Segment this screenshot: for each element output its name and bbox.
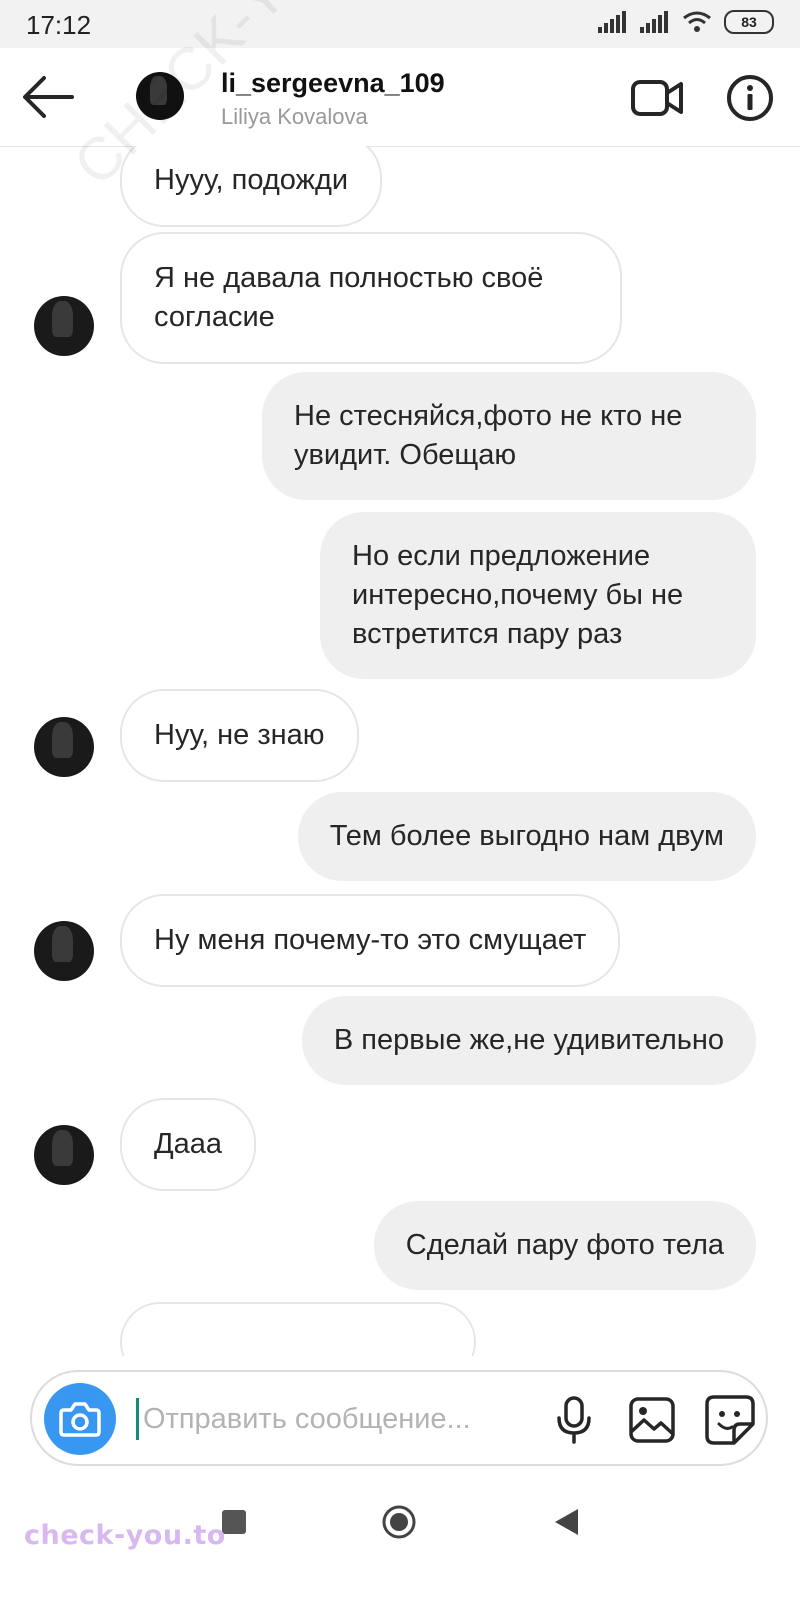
signal-icon <box>598 11 626 33</box>
message-thread[interactable]: Нууу, подожди Я не давала полностью своё… <box>0 146 800 1356</box>
video-call-icon[interactable] <box>630 76 684 120</box>
message-incoming: Нууу, подожди <box>120 146 383 227</box>
message-outgoing: Не стесняйся,фото не кто не увидит. Обещ… <box>262 372 756 500</box>
battery-level: 83 <box>741 14 757 30</box>
signal-icon-2 <box>640 11 668 33</box>
sticker-icon[interactable] <box>704 1394 756 1446</box>
message-incoming-partial <box>120 1302 476 1356</box>
message-input[interactable] <box>136 1398 565 1440</box>
info-icon[interactable] <box>726 74 774 122</box>
message-composer <box>30 1370 768 1466</box>
message-outgoing: Но если предложение интересно,почему бы … <box>320 512 756 679</box>
avatar[interactable] <box>34 921 94 981</box>
message-incoming: Я не давала полностью своё согласие <box>120 232 622 364</box>
gallery-icon[interactable] <box>628 1396 676 1444</box>
header-fullname: Liliya Kovalova <box>221 104 368 129</box>
message-outgoing: Тем более выгодно нам двум <box>297 792 756 881</box>
message-incoming: Ну меня почему-то это смущает <box>120 894 621 987</box>
microphone-icon[interactable] <box>554 1396 594 1444</box>
status-time: 17:12 <box>26 10 92 40</box>
nav-back-icon[interactable] <box>552 1507 580 1537</box>
back-arrow-icon[interactable] <box>20 72 76 122</box>
message-incoming: Нуу, не знаю <box>120 689 359 782</box>
avatar[interactable] <box>34 717 94 777</box>
watermark-brand: check-you.to <box>24 1520 226 1551</box>
camera-button[interactable] <box>44 1383 116 1455</box>
home-icon[interactable] <box>382 1505 416 1539</box>
status-icons: 83 <box>598 10 774 34</box>
avatar[interactable] <box>34 296 94 356</box>
header-username[interactable]: li_sergeevna_109 <box>221 68 445 99</box>
message-incoming: Дааа <box>120 1098 257 1191</box>
battery-icon: 83 <box>724 10 774 34</box>
message-outgoing: Сделай пару фото тела <box>373 1201 756 1290</box>
avatar[interactable] <box>34 1125 94 1185</box>
camera-icon <box>59 1402 101 1437</box>
status-bar: 17:12 83 <box>0 0 800 48</box>
message-outgoing: В первые же,не удивительно <box>301 996 756 1085</box>
wifi-icon <box>683 11 711 32</box>
